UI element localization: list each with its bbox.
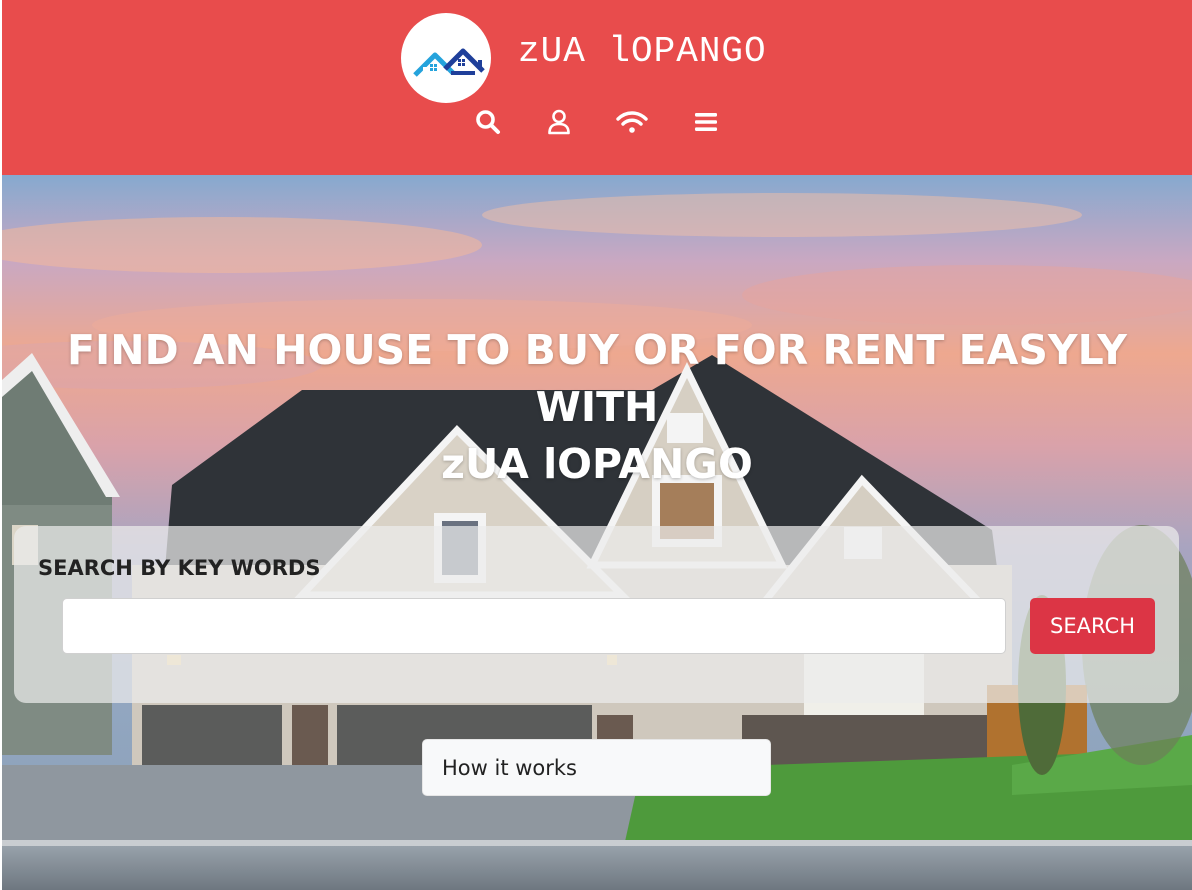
search-label: SEARCH BY KEY WORDS <box>38 556 321 580</box>
page: zUA lOPANGO FIND AN HOUSE TO BUY OR FOR … <box>2 0 1192 890</box>
wifi-icon[interactable] <box>616 106 648 138</box>
house-logo-icon <box>413 48 485 79</box>
hero-section: FIND AN HOUSE TO BUY OR FOR RENT EASYLY … <box>2 175 1192 890</box>
site-header: zUA lOPANGO <box>2 0 1192 175</box>
search-icon[interactable] <box>472 106 504 138</box>
brand-name: zUA lOPANGO <box>518 31 767 72</box>
menu-icon[interactable] <box>690 106 722 138</box>
hero-title: FIND AN HOUSE TO BUY OR FOR RENT EASYLY … <box>2 322 1192 493</box>
hero-title-line-1: FIND AN HOUSE TO BUY OR FOR RENT EASYLY <box>67 326 1127 374</box>
logo[interactable] <box>401 13 491 103</box>
hero-title-line-3: zUA lOPANGO <box>441 440 753 488</box>
user-icon[interactable] <box>543 106 575 138</box>
search-input[interactable] <box>62 598 1006 654</box>
search-button[interactable]: SEARCH <box>1030 598 1155 654</box>
how-it-works-button[interactable]: How it works <box>422 739 771 796</box>
search-panel: SEARCH BY KEY WORDS SEARCH <box>14 526 1179 703</box>
hero-title-line-2: WITH <box>535 383 659 431</box>
